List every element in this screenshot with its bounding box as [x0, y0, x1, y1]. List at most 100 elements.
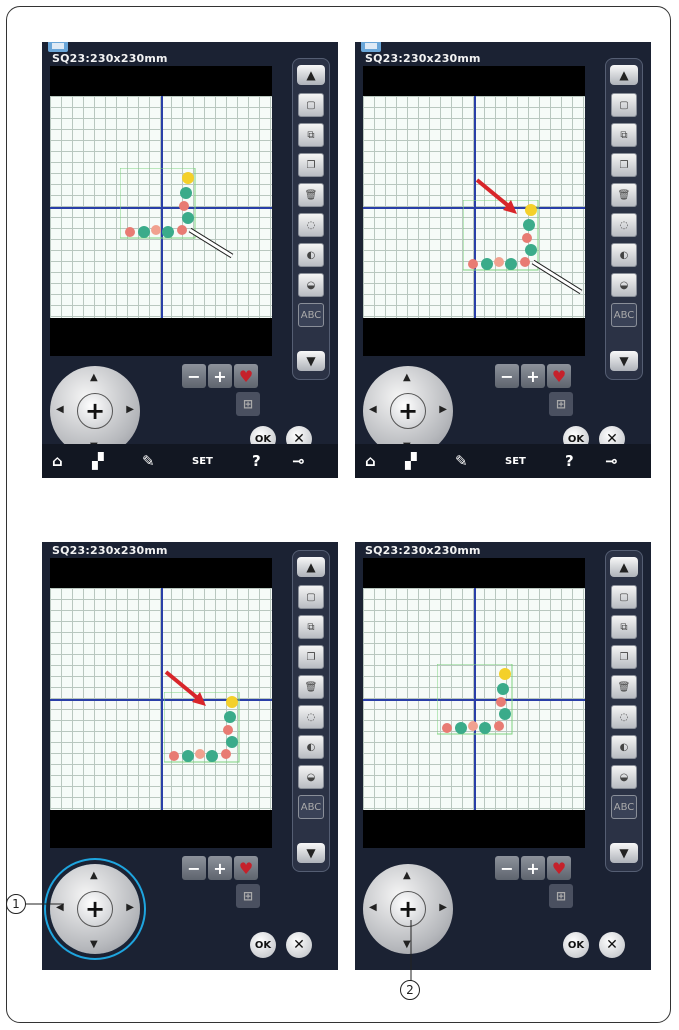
layout-button[interactable]: ⊞: [236, 392, 260, 416]
minus-button[interactable]: −: [182, 364, 206, 388]
file-open-icon[interactable]: ✎: [455, 450, 468, 472]
jog-dial[interactable]: + ▲ ▼ ◀ ▶: [363, 366, 453, 456]
abc-button[interactable]: ABC: [611, 303, 637, 327]
duplicate-button[interactable]: ❐: [611, 153, 637, 177]
duplicate-button[interactable]: ❐: [611, 645, 637, 669]
scroll-down-button[interactable]: ▼: [297, 351, 325, 371]
settings-icon[interactable]: SET: [505, 450, 526, 472]
key-icon[interactable]: ⊸: [292, 450, 305, 472]
copy-button[interactable]: ⧉: [298, 615, 324, 639]
embroidery-canvas[interactable]: [50, 66, 272, 356]
key-icon[interactable]: ⊸: [605, 450, 618, 472]
sewing-machine-icon[interactable]: ▞: [405, 450, 417, 472]
center-button[interactable]: +: [77, 891, 113, 927]
new-window-button[interactable]: ▢: [298, 93, 324, 117]
rotate-button[interactable]: ◌: [298, 213, 324, 237]
scroll-down-button[interactable]: ▼: [297, 843, 325, 863]
side-toolbar: ▲ ▢ ⧉ ❐ 🗑 ◌ ◐ ◒ ABC ▼: [292, 58, 330, 380]
flip-vertical-button[interactable]: ◒: [611, 765, 637, 789]
rotate-button[interactable]: ◌: [611, 705, 637, 729]
ok-button[interactable]: OK: [250, 932, 276, 958]
flip-vertical-button[interactable]: ◒: [298, 765, 324, 789]
side-toolbar: ▲ ▢ ⧉ ❐ 🗑 ◌ ◐ ◒ ABC ▼: [292, 550, 330, 872]
flip-horizontal-button[interactable]: ◐: [611, 735, 637, 759]
center-button[interactable]: +: [390, 891, 426, 927]
flower-corner-design[interactable]: [437, 664, 527, 744]
embroidery-canvas[interactable]: [363, 558, 585, 848]
scroll-up-button[interactable]: ▲: [610, 557, 638, 577]
new-window-button[interactable]: ▢: [611, 93, 637, 117]
embroidery-canvas[interactable]: [50, 558, 272, 848]
cancel-button[interactable]: ✕: [599, 932, 625, 958]
rotate-button[interactable]: ◌: [611, 213, 637, 237]
scroll-down-button[interactable]: ▼: [610, 351, 638, 371]
screen-panel-2: SQ23:230x230mm ▲ ▢ ⧉ ❐ 🗑 ◌ ◐ ◒ ABC ▼ − +…: [355, 42, 651, 478]
heart-button[interactable]: ♥: [234, 364, 258, 388]
plus-button[interactable]: +: [521, 856, 545, 880]
jog-dial[interactable]: + ▲ ▼ ◀ ▶: [50, 864, 140, 954]
abc-button[interactable]: ABC: [298, 795, 324, 819]
help-icon[interactable]: ?: [252, 450, 261, 472]
flip-vertical-button[interactable]: ◒: [611, 273, 637, 297]
hoop-size-label: SQ23:230x230mm: [365, 544, 481, 557]
hoop-size-label: SQ23:230x230mm: [52, 52, 168, 65]
heart-button[interactable]: ♥: [547, 364, 571, 388]
delete-button[interactable]: 🗑: [298, 183, 324, 207]
copy-button[interactable]: ⧉: [611, 123, 637, 147]
new-window-button[interactable]: ▢: [611, 585, 637, 609]
plus-button[interactable]: +: [208, 364, 232, 388]
file-open-icon[interactable]: ✎: [142, 450, 155, 472]
jog-dial[interactable]: + ▲ ▼ ◀ ▶: [363, 864, 453, 954]
grid-area[interactable]: [50, 588, 272, 810]
scroll-up-button[interactable]: ▲: [297, 557, 325, 577]
grid-area[interactable]: [50, 96, 272, 318]
jog-dial[interactable]: + ▲ ▼ ◀ ▶: [50, 366, 140, 456]
heart-button[interactable]: ♥: [547, 856, 571, 880]
scroll-down-button[interactable]: ▼: [610, 843, 638, 863]
delete-button[interactable]: 🗑: [298, 675, 324, 699]
scroll-up-button[interactable]: ▲: [610, 65, 638, 85]
rotate-button[interactable]: ◌: [298, 705, 324, 729]
screen-panel-1: SQ23:230x230mm ▲ ▢ ⧉ ❐ 🗑 ◌ ◐ ◒ ABC ▼ − +…: [42, 42, 338, 478]
hoop-icon: [48, 42, 68, 52]
abc-button[interactable]: ABC: [611, 795, 637, 819]
home-icon[interactable]: ⌂: [52, 450, 63, 472]
manual-page: SQ23:230x230mm ▲ ▢ ⧉ ❐ 🗑 ◌ ◐ ◒ ABC ▼ − +…: [0, 0, 679, 1030]
delete-button[interactable]: 🗑: [611, 183, 637, 207]
flip-horizontal-button[interactable]: ◐: [611, 243, 637, 267]
help-icon[interactable]: ?: [565, 450, 574, 472]
heart-button[interactable]: ♥: [234, 856, 258, 880]
layout-button[interactable]: ⊞: [549, 884, 573, 908]
scroll-up-button[interactable]: ▲: [297, 65, 325, 85]
layout-button[interactable]: ⊞: [236, 884, 260, 908]
embroidery-canvas[interactable]: [363, 66, 585, 356]
flip-horizontal-button[interactable]: ◐: [298, 735, 324, 759]
delete-button[interactable]: 🗑: [611, 675, 637, 699]
copy-button[interactable]: ⧉: [298, 123, 324, 147]
flip-vertical-button[interactable]: ◒: [298, 273, 324, 297]
copy-button[interactable]: ⧉: [611, 615, 637, 639]
flip-horizontal-button[interactable]: ◐: [298, 243, 324, 267]
grid-area[interactable]: [363, 96, 585, 318]
settings-icon[interactable]: SET: [192, 450, 213, 472]
home-icon[interactable]: ⌂: [365, 450, 376, 472]
minus-button[interactable]: −: [495, 364, 519, 388]
bottom-toolbar: ⌂ ▞ ✎ SET ? ⊸: [42, 444, 338, 478]
duplicate-button[interactable]: ❐: [298, 153, 324, 177]
abc-button[interactable]: ABC: [298, 303, 324, 327]
duplicate-button[interactable]: ❐: [298, 645, 324, 669]
cancel-button[interactable]: ✕: [286, 932, 312, 958]
plus-button[interactable]: +: [521, 364, 545, 388]
move-direction-arrow: [164, 670, 206, 706]
grid-area[interactable]: [363, 588, 585, 810]
minus-button[interactable]: −: [495, 856, 519, 880]
sewing-machine-icon[interactable]: ▞: [92, 450, 104, 472]
minus-button[interactable]: −: [182, 856, 206, 880]
layout-button[interactable]: ⊞: [549, 392, 573, 416]
ok-button[interactable]: OK: [563, 932, 589, 958]
center-button[interactable]: +: [77, 393, 113, 429]
new-window-button[interactable]: ▢: [298, 585, 324, 609]
flower-corner-design[interactable]: [120, 168, 240, 288]
plus-button[interactable]: +: [208, 856, 232, 880]
center-button[interactable]: +: [390, 393, 426, 429]
